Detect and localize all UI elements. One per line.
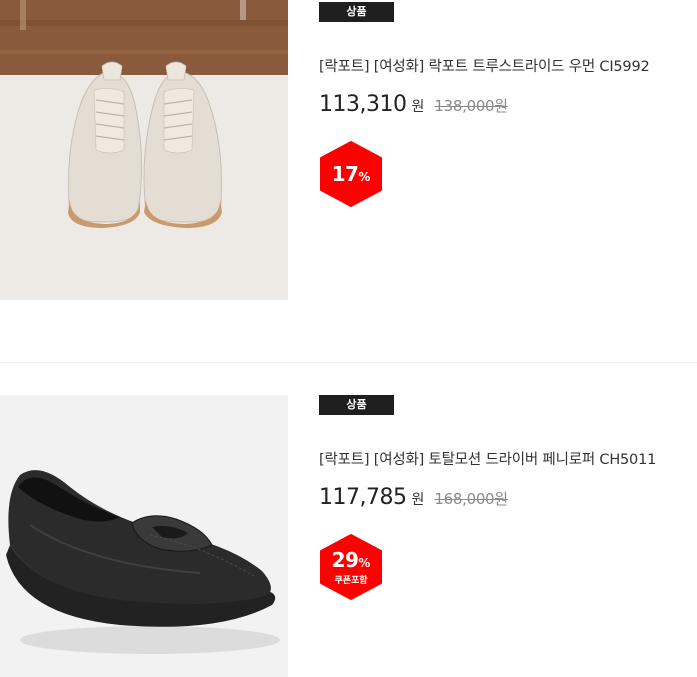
discount-unit: % (358, 556, 371, 570)
product-info: 상품13 [락포트] [여성화] 락포트 트루스트라이드 우먼 CI5992 1… (319, 2, 697, 207)
discount-value: 17 (331, 162, 359, 186)
discount-badge: 29% 쿠폰포함 (319, 534, 383, 600)
black-penny-loafer-image (0, 395, 288, 677)
price-row: 113,310 원 138,000원 (319, 92, 697, 122)
product-number-badge: 상품14 (319, 395, 394, 431)
discount-badge: 17% (319, 141, 383, 207)
product-number-badge: 상품13 (319, 2, 394, 38)
currency-label: 원 (411, 492, 425, 508)
sale-price: 117,785 (319, 485, 407, 510)
product-title[interactable]: [락포트] [여성화] 토탈모션 드라이버 페니로퍼 CH5011 (319, 448, 697, 469)
product-info: 상품14 [락포트] [여성화] 토탈모션 드라이버 페니로퍼 CH5011 1… (319, 395, 697, 600)
original-price: 168,000원 (434, 490, 508, 508)
product-card[interactable]: 상품13 [락포트] [여성화] 락포트 트루스트라이드 우먼 CI5992 1… (0, 0, 697, 362)
product-title[interactable]: [락포트] [여성화] 락포트 트루스트라이드 우먼 CI5992 (319, 55, 697, 76)
sale-price: 113,310 (319, 92, 407, 117)
product-card[interactable]: 상품14 [락포트] [여성화] 토탈모션 드라이버 페니로퍼 CH5011 1… (0, 363, 697, 677)
price-row: 117,785 원 168,000원 (319, 485, 697, 515)
product-image[interactable] (0, 395, 288, 677)
currency-label: 원 (411, 99, 425, 115)
original-price: 138,000원 (434, 97, 508, 115)
coupon-included-label: 쿠폰포함 (334, 576, 368, 586)
product-image[interactable] (0, 0, 288, 300)
discount-value: 29 (331, 548, 359, 572)
white-sneakers-image (0, 0, 288, 300)
discount-unit: % (358, 170, 371, 184)
